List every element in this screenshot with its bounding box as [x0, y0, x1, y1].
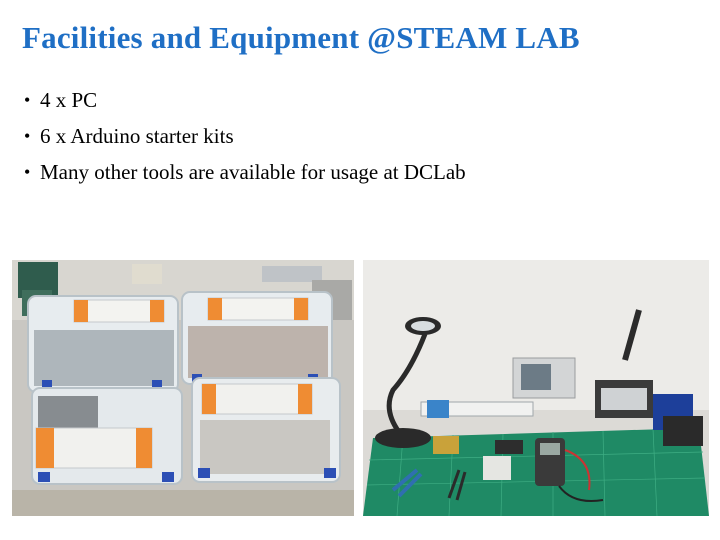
slide: Facilities and Equipment @STEAM LAB • 4 … [0, 0, 720, 540]
bullet-item: • 6 x Arduino starter kits [22, 118, 466, 154]
bullet-dot-icon: • [24, 126, 31, 146]
bullet-item: • Many other tools are available for usa… [22, 154, 466, 190]
bullet-dot-icon: • [24, 162, 31, 182]
bullet-item: • 4 x PC [22, 82, 466, 118]
bullet-dot-icon: • [24, 90, 31, 110]
lab-workbench-photo [363, 260, 709, 516]
bullet-text: 6 x Arduino starter kits [40, 124, 234, 148]
lab-workbench-illustration [363, 260, 709, 516]
arduino-kits-photo [12, 260, 354, 516]
bullet-list: • 4 x PC • 6 x Arduino starter kits • Ma… [22, 82, 466, 190]
bullet-text: 4 x PC [40, 88, 98, 112]
bullet-text: Many other tools are available for usage… [40, 160, 466, 184]
arduino-kits-illustration [12, 260, 354, 516]
slide-title: Facilities and Equipment @STEAM LAB [22, 20, 580, 55]
